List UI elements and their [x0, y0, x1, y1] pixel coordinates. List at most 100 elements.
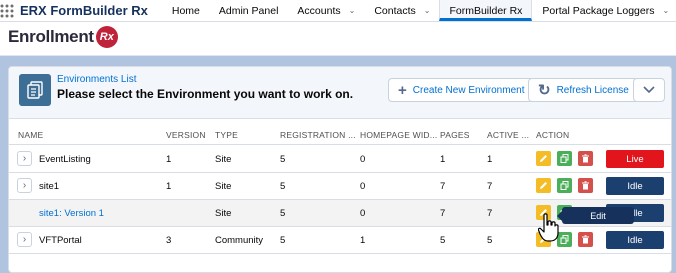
nav-item-home[interactable]: Home	[162, 0, 209, 21]
nav-item-label: Home	[171, 4, 200, 17]
active-cell: 1	[487, 154, 493, 165]
copy-icon	[560, 150, 569, 168]
environment-version-link[interactable]: site1: Version 1	[39, 208, 104, 219]
delete-button[interactable]	[578, 178, 593, 193]
refresh-icon: ↻	[538, 81, 551, 99]
plus-icon: +	[398, 81, 407, 99]
table-row: › EventListing 1 Site 5 0 1 1 Live	[9, 146, 671, 173]
hand-cursor-icon	[538, 213, 559, 242]
logo-badge: Rx	[95, 26, 118, 48]
refresh-license-button[interactable]: ↻ Refresh License	[528, 78, 639, 102]
nav-item-label: FormBuilder Rx	[449, 4, 523, 17]
environment-name: EventListing	[39, 154, 91, 165]
column-header-active[interactable]: ACTIVE ...	[487, 130, 529, 140]
table-row: › site1 1 Site 5 0 7 7 Idle	[9, 173, 671, 200]
trash-icon	[581, 231, 590, 249]
nav-item-label: Admin Panel	[218, 4, 279, 17]
edit-button[interactable]	[536, 151, 551, 166]
pages-cell: 7	[440, 208, 446, 219]
page-title: Please select the Environment you want t…	[57, 87, 354, 101]
global-nav-bar: ERX FormBuilder Rx Home Admin Panel Acco…	[0, 0, 676, 22]
column-header-name[interactable]: NAME	[18, 130, 43, 140]
trash-icon	[581, 177, 590, 195]
card-header: Environments List Please select the Envi…	[9, 67, 671, 119]
chevron-right-icon: ›	[22, 153, 27, 164]
edit-button[interactable]	[536, 178, 551, 193]
expand-row-button[interactable]: ›	[17, 178, 32, 193]
edit-tooltip: Edit	[557, 207, 634, 224]
registration-cell: 5	[280, 154, 286, 165]
nav-item-contacts[interactable]: Contacts ⌄	[364, 0, 439, 21]
type-cell: Community	[215, 235, 264, 246]
clone-button[interactable]	[557, 151, 572, 166]
environment-name: VFTPortal	[39, 235, 82, 246]
clone-button[interactable]	[557, 178, 572, 193]
column-header-registration[interactable]: REGISTRATION ...	[280, 130, 356, 140]
type-cell: Site	[215, 208, 232, 219]
environment-name: site1	[39, 181, 60, 192]
table-row: › VFTPortal 3 Community 5 1 5 5 Idle	[9, 227, 671, 254]
pages-cell: 1	[440, 154, 446, 165]
registration-cell: 5	[280, 181, 286, 192]
column-header-action: ACTION	[536, 130, 570, 140]
create-new-environment-button[interactable]: + Create New Environment	[388, 78, 535, 102]
type-cell: Site	[215, 181, 232, 192]
active-cell: 7	[487, 181, 493, 192]
type-cell: Site	[215, 154, 232, 165]
homepage-cell: 0	[360, 154, 366, 165]
homepage-cell: 0	[360, 181, 366, 192]
refresh-button-label: Refresh License	[556, 84, 629, 96]
logo-text: Enrollment	[8, 27, 94, 46]
status-button[interactable]: Idle	[606, 177, 664, 195]
status-button[interactable]: Live	[606, 150, 664, 168]
column-header-pages[interactable]: PAGES	[440, 130, 470, 140]
pencil-icon	[539, 150, 548, 168]
brand-bar: Enrollment Rx	[0, 22, 676, 56]
homepage-cell: 1	[360, 235, 366, 246]
nav-item-admin-panel[interactable]: Admin Panel	[209, 0, 288, 21]
chevron-right-icon: ›	[22, 180, 27, 191]
column-header-homepage[interactable]: HOMEPAGE WID...	[360, 130, 437, 140]
enrollment-rx-logo: Enrollment Rx	[8, 26, 118, 48]
trash-icon	[581, 150, 590, 168]
pencil-icon	[539, 177, 548, 195]
app-name: ERX FormBuilder Rx	[20, 3, 148, 18]
homepage-cell: 0	[360, 208, 366, 219]
chevron-down-icon[interactable]: ⌄	[349, 6, 356, 15]
expand-row-button[interactable]: ›	[17, 232, 32, 247]
table-header: NAME VERSION TYPE REGISTRATION ... HOMEP…	[9, 125, 671, 145]
expand-row-button[interactable]: ›	[17, 151, 32, 166]
nav-item-formbuilder-rx[interactable]: FormBuilder Rx	[439, 0, 533, 21]
status-button[interactable]: Idle	[606, 231, 664, 249]
card-subtitle: Environments List	[57, 74, 137, 85]
pages-cell: 5	[440, 235, 446, 246]
version-cell: 3	[166, 235, 172, 246]
nav-item-portal-package-loggers[interactable]: Portal Package Loggers ⌄	[532, 0, 676, 21]
app-launcher-button[interactable]	[0, 0, 14, 21]
active-cell: 7	[487, 208, 493, 219]
nav-item-label: Portal Package Loggers	[542, 4, 655, 17]
environments-card: Environments List Please select the Envi…	[8, 66, 672, 273]
chevron-right-icon: ›	[22, 234, 27, 245]
chevron-down-icon[interactable]: ⌄	[424, 6, 431, 15]
nav-item-label: Accounts	[297, 4, 341, 17]
column-header-version[interactable]: VERSION	[166, 130, 206, 140]
active-cell: 5	[487, 235, 493, 246]
copy-icon	[560, 231, 569, 249]
delete-button[interactable]	[578, 232, 593, 247]
pages-cell: 7	[440, 181, 446, 192]
document-list-icon	[19, 74, 51, 106]
chevron-down-icon[interactable]: ⌄	[662, 6, 669, 15]
create-button-label: Create New Environment	[412, 84, 525, 96]
version-cell: 1	[166, 154, 172, 165]
more-actions-button[interactable]	[633, 78, 665, 102]
nav-item-label: Contacts	[374, 4, 416, 17]
delete-button[interactable]	[578, 151, 593, 166]
copy-icon	[560, 177, 569, 195]
registration-cell: 5	[280, 208, 286, 219]
registration-cell: 5	[280, 235, 286, 246]
waffle-grid-icon	[0, 4, 14, 17]
nav-item-accounts[interactable]: Accounts ⌄	[287, 0, 364, 21]
version-cell: 1	[166, 181, 172, 192]
column-header-type[interactable]: TYPE	[215, 130, 238, 140]
